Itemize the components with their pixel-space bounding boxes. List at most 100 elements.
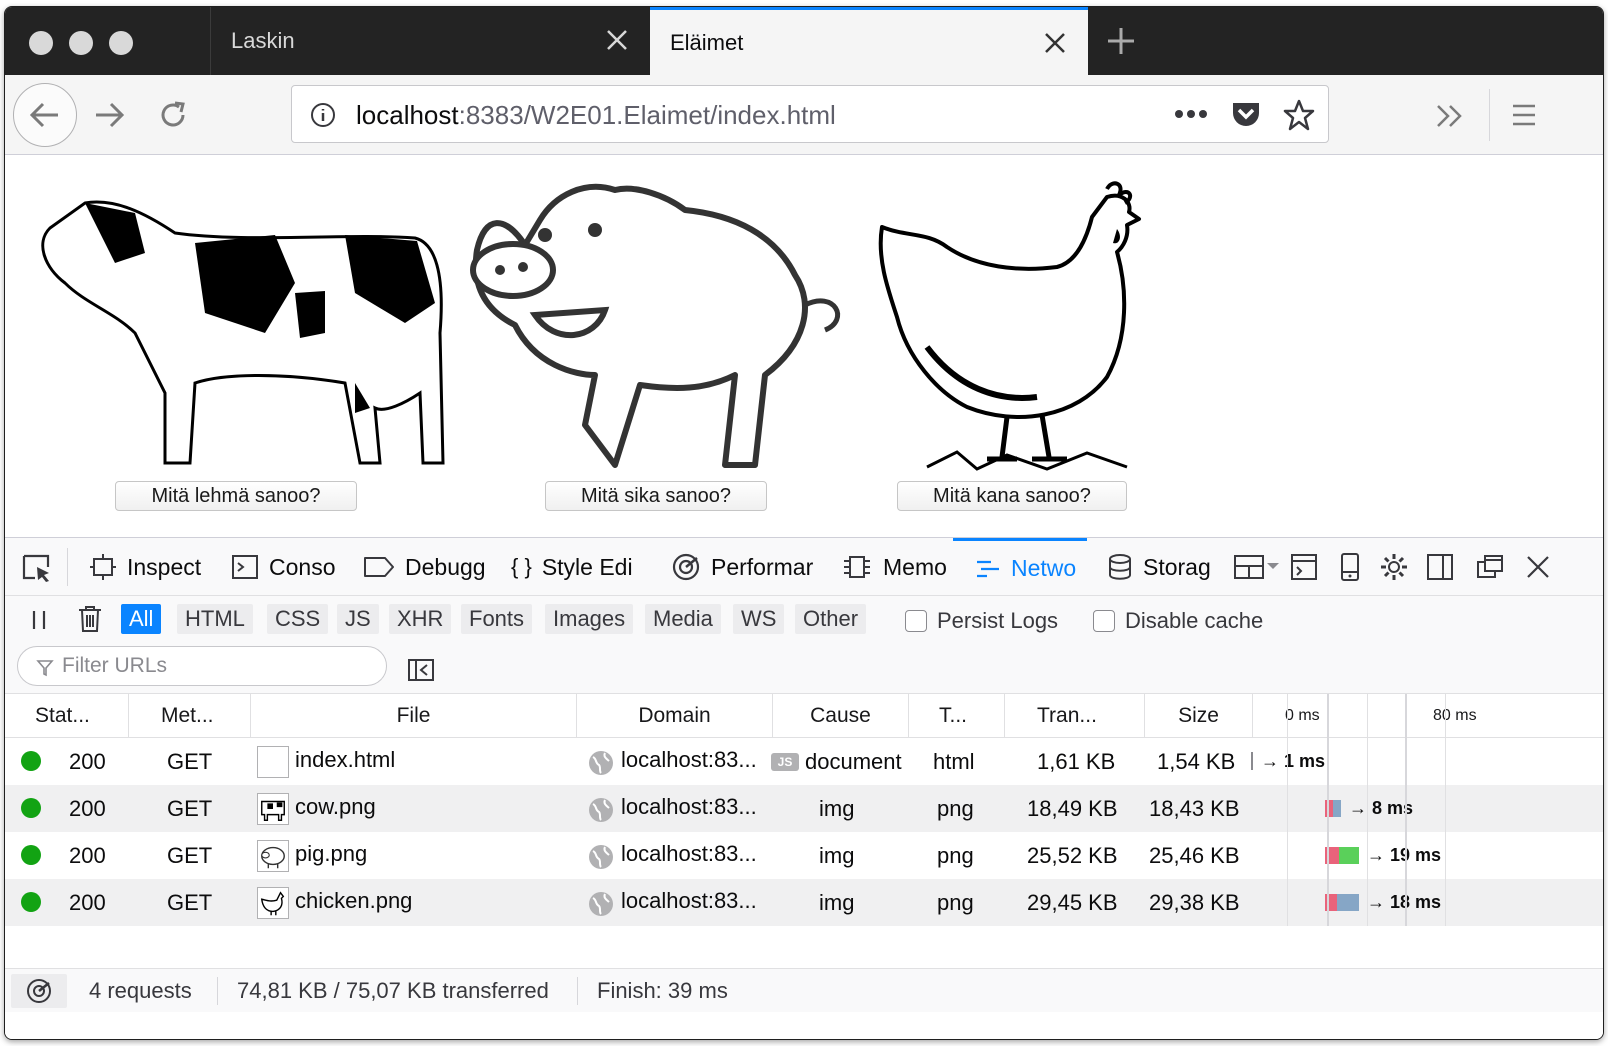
table-row[interactable]: 200 GET chicken.png localhost:83... img … [5, 879, 1603, 926]
size: 1,54 KB [1157, 748, 1236, 774]
waterfall-gridline [1367, 694, 1368, 926]
close-icon[interactable] [1042, 30, 1068, 56]
persist-logs-checkbox[interactable]: Persist Logs [905, 608, 1058, 634]
url-bar[interactable]: localhost:8383/W2E01.Elaimet/index.html [291, 85, 1329, 143]
status-code: 200 [69, 889, 106, 915]
divider [577, 977, 578, 1005]
settings-button[interactable] [1379, 552, 1409, 582]
column-domain[interactable]: Domain [577, 694, 773, 738]
devtools-toolbar: Inspect Conso Debugg { } Style Edi Perfo… [5, 538, 1603, 596]
reload-button[interactable] [153, 95, 193, 135]
tab-memory[interactable]: Memo [841, 538, 957, 596]
dock-side-button[interactable] [1425, 552, 1455, 582]
filter-fonts[interactable]: Fonts [461, 604, 533, 634]
column-waterfall[interactable]: 0 ms 80 ms [1253, 694, 1603, 738]
tab-label: Inspect [127, 553, 202, 580]
undock-icon [1477, 555, 1503, 578]
table-row[interactable]: 200 GET index.html localhost:83... JS doc… [5, 738, 1603, 785]
tab-inspector[interactable]: Inspect [89, 538, 213, 596]
network-filter-bar: All HTML CSS JS XHR Fonts Images Media W… [5, 596, 1603, 694]
responsive-design-button[interactable] [1335, 552, 1365, 582]
forward-button[interactable] [89, 95, 129, 135]
overflow-chevron-icon[interactable] [1435, 103, 1465, 129]
chicken-say-button[interactable]: Mitä kana sanoo? [897, 481, 1127, 511]
plus-icon[interactable] [1105, 25, 1137, 57]
pig-thumbnail [257, 840, 289, 872]
maximize-window-dot[interactable] [109, 31, 133, 55]
hamburger-menu-icon[interactable] [1511, 103, 1537, 127]
domain: localhost:83... [621, 793, 757, 819]
url-text: localhost:8383/W2E01.Elaimet/index.html [356, 100, 836, 131]
info-icon[interactable] [310, 102, 336, 128]
globe-icon [589, 798, 613, 822]
requests-table-header: Stat... Met... File Domain Cause T... Tr… [5, 694, 1603, 738]
close-icon[interactable] [604, 27, 630, 53]
filter-css[interactable]: CSS [267, 604, 329, 634]
waterfall-time: → 1 ms [1261, 751, 1326, 771]
table-row[interactable]: 200 GET cow.png localhost:83... img png … [5, 785, 1603, 832]
more-icon[interactable] [1174, 108, 1208, 120]
table-row[interactable]: 200 GET pig.png localhost:83... img png … [5, 832, 1603, 879]
filter-html[interactable]: HTML [177, 604, 253, 634]
column-cause[interactable]: Cause [773, 694, 909, 738]
close-window-dot[interactable] [29, 31, 53, 55]
column-transferred[interactable]: Tran... [1005, 694, 1145, 738]
tab-elaimet[interactable]: Eläimet [650, 7, 1088, 75]
type: png [937, 889, 974, 915]
filter-all[interactable]: All [121, 604, 162, 634]
split-console-button[interactable] [1289, 552, 1319, 582]
cow-say-button[interactable]: Mitä lehmä sanoo? [115, 481, 357, 511]
cause: img [819, 842, 855, 868]
column-file[interactable]: File [251, 694, 577, 738]
waterfall-segment [1337, 894, 1359, 911]
tab-title: Laskin [231, 28, 295, 53]
phone-icon [1341, 553, 1359, 581]
tabs-overflow-button[interactable] [1233, 552, 1279, 582]
pause-icon[interactable] [27, 608, 51, 632]
pig-say-button[interactable]: Mitä sika sanoo? [545, 481, 767, 511]
minimize-window-dot[interactable] [69, 31, 93, 55]
filter-xhr[interactable]: XHR [389, 604, 452, 634]
file-name: chicken.png [295, 887, 413, 913]
filter-media[interactable]: Media [645, 604, 721, 634]
column-method[interactable]: Met... [129, 694, 251, 738]
filter-ws[interactable]: WS [733, 604, 785, 634]
status-code: 200 [69, 795, 106, 821]
filter-other[interactable]: Other [795, 604, 867, 634]
undock-button[interactable] [1475, 552, 1505, 582]
pocket-icon[interactable] [1230, 98, 1262, 130]
tab-network[interactable]: Netwo [953, 538, 1087, 596]
tab-storage[interactable]: Storag [1107, 538, 1219, 596]
close-icon [1527, 556, 1549, 578]
back-button[interactable] [13, 83, 77, 147]
type: html [933, 748, 975, 774]
filter-urls-input[interactable]: Filter URLs [17, 646, 387, 686]
tab-debugger[interactable]: Debugg [363, 538, 491, 596]
filter-js[interactable]: JS [337, 604, 379, 634]
element-picker-icon[interactable] [21, 553, 53, 583]
checkbox-box[interactable] [1093, 610, 1115, 632]
filter-images[interactable]: Images [545, 604, 634, 634]
star-icon[interactable] [1282, 98, 1316, 132]
tab-laskin[interactable]: Laskin [210, 7, 650, 75]
column-size[interactable]: Size [1145, 694, 1253, 738]
checkbox-label: Persist Logs [937, 608, 1059, 633]
devtools-panel: Inspect Conso Debugg { } Style Edi Perfo… [5, 537, 1603, 1039]
toggle-sidebar-icon[interactable] [407, 658, 435, 682]
cow-thumbnail [257, 793, 289, 825]
column-status[interactable]: Stat... [5, 694, 129, 738]
tab-performance[interactable]: Performar [671, 538, 823, 596]
finish-time: Finish: 39 ms [597, 978, 728, 1003]
disable-cache-checkbox[interactable]: Disable cache [1093, 608, 1263, 634]
status-dot [21, 845, 41, 865]
trash-icon[interactable] [77, 605, 103, 633]
tab-style-editor[interactable]: { } Style Edi [511, 538, 655, 596]
tab-console[interactable]: Conso [231, 538, 343, 596]
close-devtools-button[interactable] [1523, 552, 1553, 582]
performance-analysis-button[interactable] [11, 974, 67, 1008]
file-name: cow.png [295, 793, 376, 819]
chicken-image [878, 181, 1141, 471]
performance-icon [27, 979, 51, 1003]
column-type[interactable]: T... [909, 694, 1005, 738]
checkbox-box[interactable] [905, 610, 927, 632]
